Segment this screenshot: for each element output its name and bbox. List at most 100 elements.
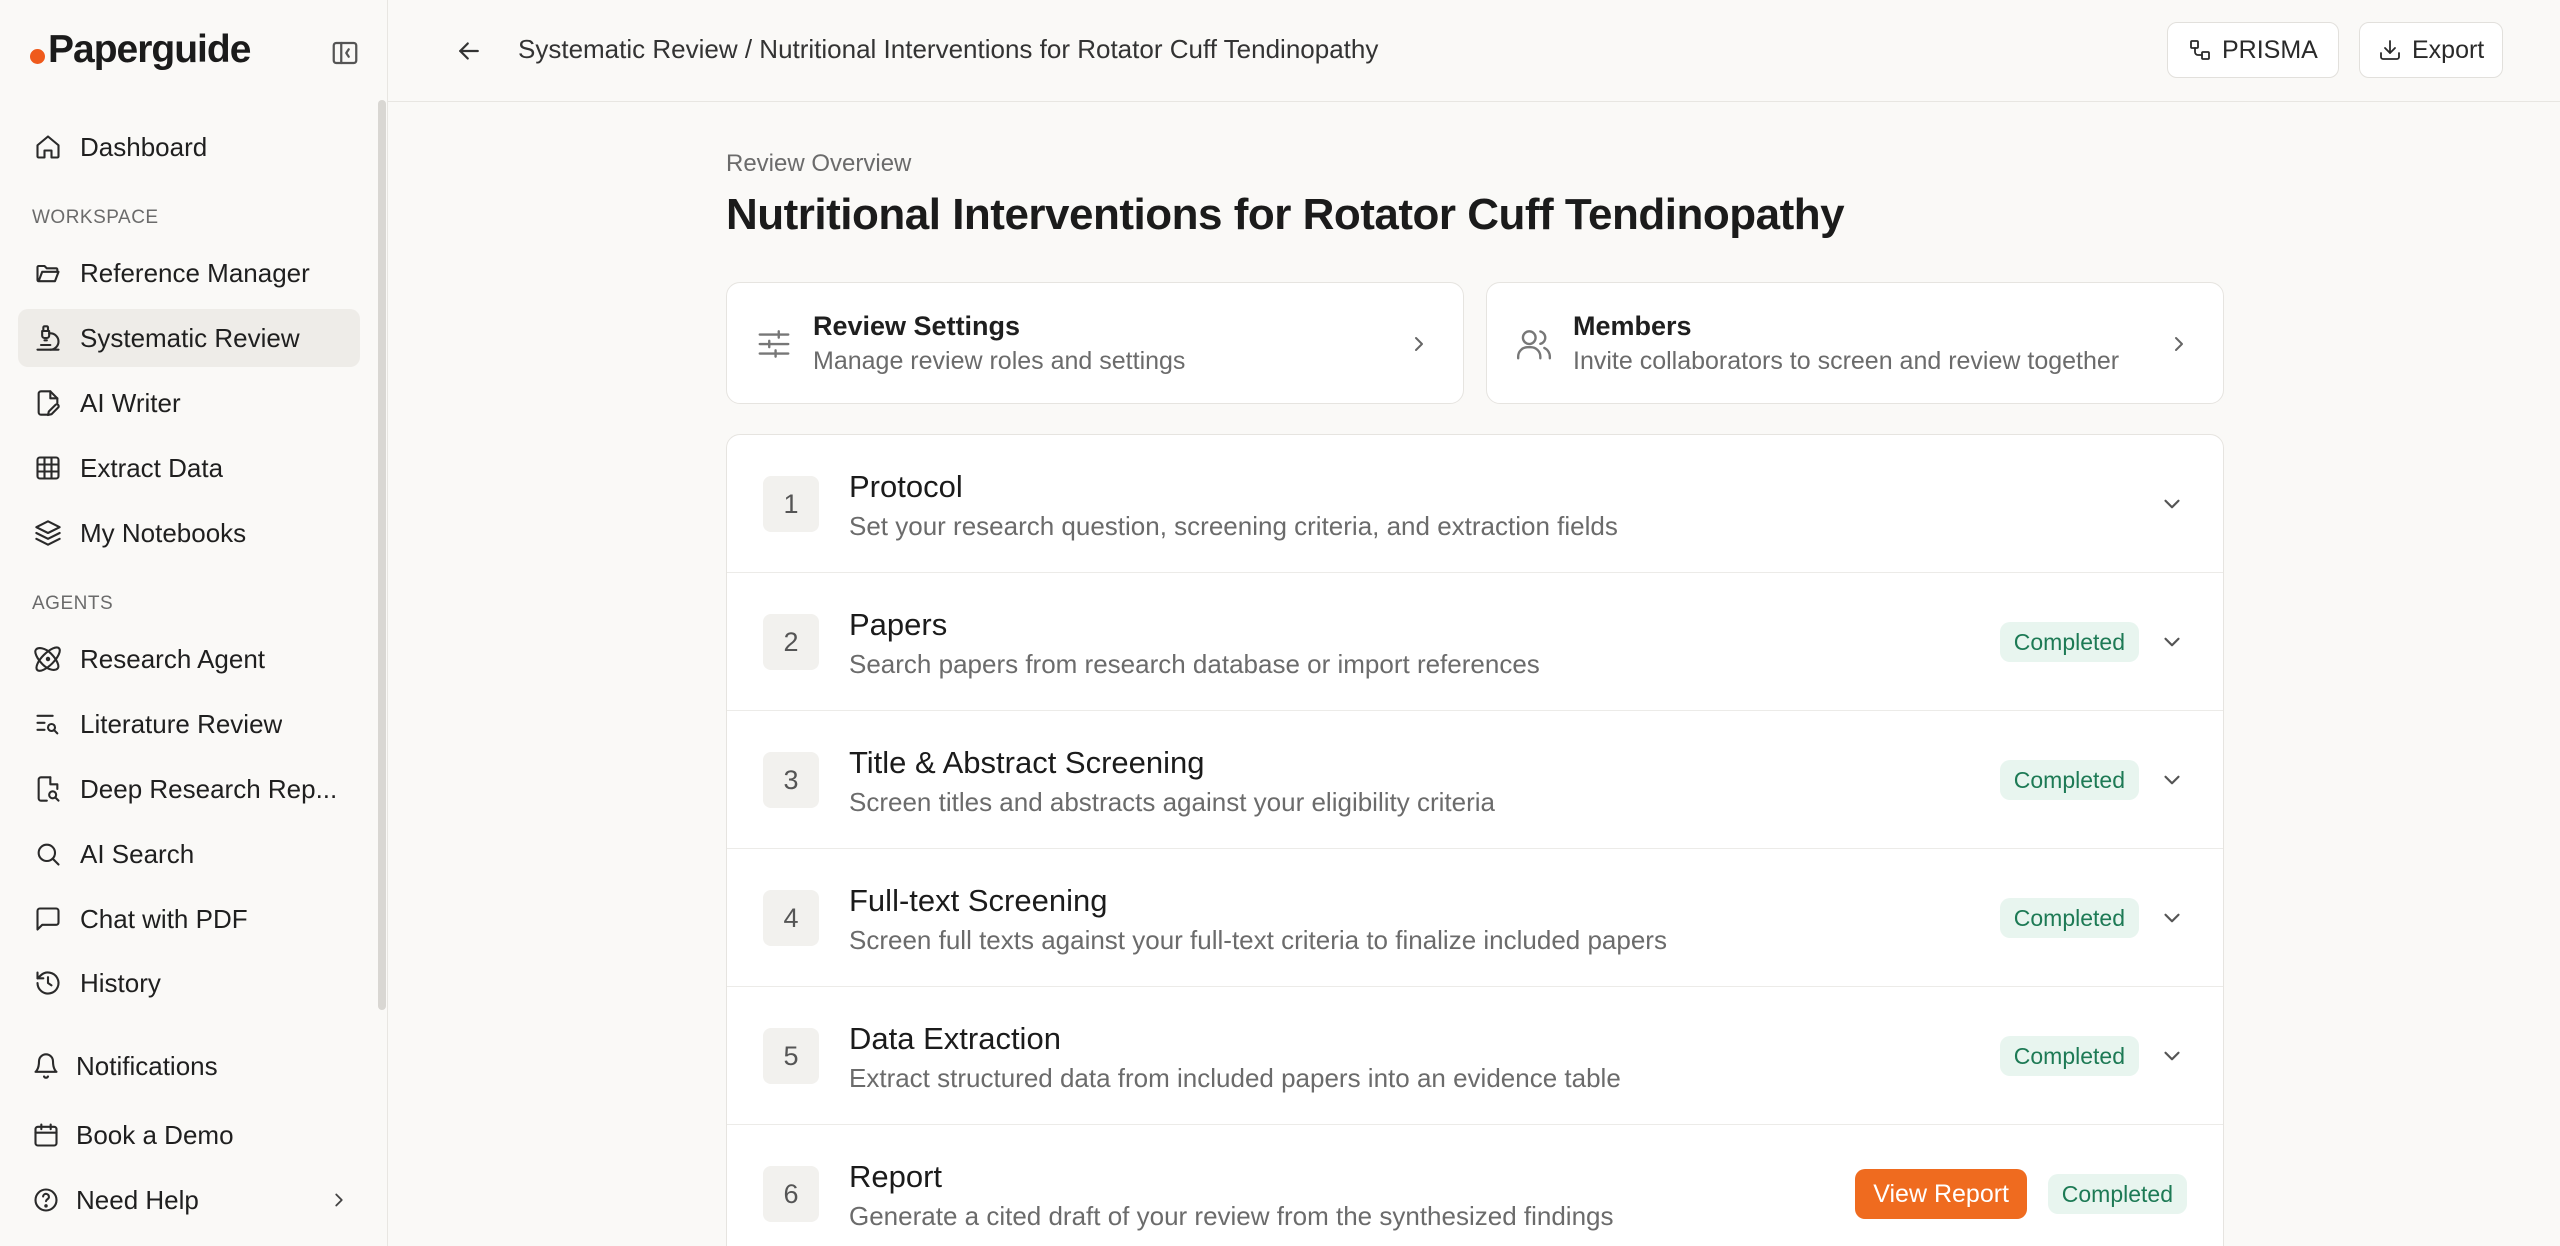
step-report[interactable]: 6 Report Generate a cited draft of your …	[727, 1125, 2223, 1246]
file-search-icon	[34, 775, 62, 803]
step-title: Papers	[849, 607, 948, 642]
sidebar-item-label: AI Search	[80, 838, 195, 869]
step-title: Data Extraction	[849, 1021, 1061, 1056]
layers-icon	[34, 519, 62, 547]
sidebar-item-literature-review[interactable]: Literature Review	[18, 695, 360, 753]
step-data-extraction[interactable]: 5 Data Extraction Extract structured dat…	[727, 987, 2223, 1125]
sidebar-item-label: AI Writer	[80, 387, 181, 418]
chevron-right-icon	[1407, 332, 1431, 356]
logo-row: Paperguide	[30, 28, 360, 78]
sliders-icon	[755, 325, 793, 363]
flow-diagram-icon	[2188, 38, 2212, 62]
sidebar-item-systematic-review[interactable]: Systematic Review	[18, 309, 360, 367]
step-subtitle: Search papers from research database or …	[849, 649, 1540, 679]
sidebar-item-need-help[interactable]: Need Help	[18, 1171, 360, 1229]
step-number: 2	[763, 614, 819, 670]
chevron-down-icon[interactable]	[2159, 629, 2185, 655]
step-subtitle: Set your research question, screening cr…	[849, 511, 1618, 541]
back-arrow-icon[interactable]	[454, 36, 484, 66]
chevron-down-icon[interactable]	[2159, 1043, 2185, 1069]
sidebar-item-label: Reference Manager	[80, 257, 310, 288]
chevron-down-icon[interactable]	[2159, 767, 2185, 793]
status-badge: Completed	[1999, 1036, 2139, 1076]
agents-section-label: AGENTS	[32, 593, 114, 614]
step-title: Protocol	[849, 469, 963, 504]
sidebar-item-notifications[interactable]: Notifications	[18, 1037, 360, 1095]
sidebar-scrollbar[interactable]	[378, 100, 386, 1010]
search-icon	[34, 840, 62, 868]
page-eyebrow: Review Overview	[726, 150, 912, 177]
calendar-icon	[32, 1121, 60, 1149]
step-title-abstract-screening[interactable]: 3 Title & Abstract Screening Screen titl…	[727, 711, 2223, 849]
sidebar-item-ai-search[interactable]: AI Search	[18, 825, 360, 883]
microscope-icon	[34, 324, 62, 352]
card-subtitle: Invite collaborators to screen and revie…	[1573, 347, 2120, 375]
card-title: Members	[1573, 311, 1692, 341]
chevron-down-icon[interactable]	[2159, 491, 2185, 517]
members-card[interactable]: Members Invite collaborators to screen a…	[1486, 282, 2224, 404]
chevron-right-icon	[2167, 332, 2191, 356]
status-badge: Completed	[2047, 1174, 2187, 1214]
sidebar-item-label: Systematic Review	[80, 322, 300, 353]
list-search-icon	[34, 710, 62, 738]
sidebar-item-reference-manager[interactable]: Reference Manager	[18, 244, 360, 302]
chevron-down-icon[interactable]	[2159, 905, 2185, 931]
file-pen-icon	[34, 389, 62, 417]
sidebar-item-dashboard[interactable]: Dashboard	[18, 118, 360, 176]
export-label: Export	[2412, 35, 2485, 64]
sidebar-item-my-notebooks[interactable]: My Notebooks	[18, 504, 360, 562]
export-button[interactable]: Export	[2359, 22, 2504, 78]
step-full-text-screening[interactable]: 4 Full-text Screening Screen full texts …	[727, 849, 2223, 987]
step-protocol[interactable]: 1 Protocol Set your research question, s…	[727, 435, 2223, 573]
sidebar-item-label: Research Agent	[80, 643, 266, 674]
sidebar-item-deep-research-report[interactable]: Deep Research Rep...	[18, 760, 360, 818]
sidebar-item-book-a-demo[interactable]: Book a Demo	[18, 1106, 360, 1164]
prisma-button[interactable]: PRISMA	[2167, 22, 2339, 78]
home-icon	[34, 133, 62, 161]
atom-icon	[34, 645, 62, 673]
step-number: 5	[763, 1028, 819, 1084]
brand-dot	[30, 48, 45, 64]
sidebar-item-label: Deep Research Rep...	[80, 773, 338, 804]
step-subtitle: Extract structured data from included pa…	[849, 1063, 1621, 1093]
review-settings-card[interactable]: Review Settings Manage review roles and …	[726, 282, 1464, 404]
step-title: Title & Abstract Screening	[849, 745, 1205, 780]
review-steps-list: 1 Protocol Set your research question, s…	[726, 434, 2224, 1246]
brand-logo[interactable]: Paperguide	[30, 28, 360, 72]
sidebar-item-ai-writer[interactable]: AI Writer	[18, 374, 360, 432]
sidebar-item-label: Extract Data	[80, 452, 224, 483]
status-badge: Completed	[1999, 760, 2139, 800]
step-papers[interactable]: 2 Papers Search papers from research dat…	[727, 573, 2223, 711]
step-number: 4	[763, 890, 819, 946]
view-report-button[interactable]: View Report	[1855, 1169, 2027, 1219]
help-circle-icon	[32, 1186, 60, 1214]
sidebar-item-label: Notifications	[76, 1050, 218, 1081]
table-icon	[34, 454, 62, 482]
bell-icon	[32, 1052, 60, 1080]
top-bar: Systematic Review / Nutritional Interven…	[388, 0, 2560, 102]
sidebar-item-research-agent[interactable]: Research Agent	[18, 630, 360, 688]
chevron-right-icon	[328, 1189, 350, 1211]
step-number: 1	[763, 476, 819, 532]
sidebar-item-label: Need Help	[76, 1184, 199, 1215]
sidebar-item-label: Book a Demo	[76, 1119, 234, 1150]
step-subtitle: Screen full texts against your full-text…	[849, 925, 1667, 955]
sidebar: Paperguide Dashboard WORKSPACE Reference…	[0, 0, 388, 1246]
sidebar-item-label: My Notebooks	[80, 517, 247, 548]
download-icon	[2378, 38, 2402, 62]
status-badge: Completed	[1999, 898, 2139, 938]
sidebar-item-extract-data[interactable]: Extract Data	[18, 439, 360, 497]
message-square-icon	[34, 905, 62, 933]
status-badge: Completed	[1999, 622, 2139, 662]
step-subtitle: Screen titles and abstracts against your…	[849, 787, 1495, 817]
sidebar-item-history[interactable]: History	[18, 954, 360, 1012]
sidebar-item-label: History	[80, 967, 161, 998]
brand-name: Paperguide	[48, 28, 251, 71]
step-title: Full-text Screening	[849, 883, 1108, 918]
folder-open-icon	[34, 259, 62, 287]
collapse-sidebar-icon[interactable]	[330, 38, 360, 68]
prisma-label: PRISMA	[2222, 35, 2318, 64]
sidebar-item-label: Dashboard	[80, 131, 208, 162]
sidebar-item-chat-with-pdf[interactable]: Chat with PDF	[18, 890, 360, 948]
history-icon	[34, 969, 62, 997]
